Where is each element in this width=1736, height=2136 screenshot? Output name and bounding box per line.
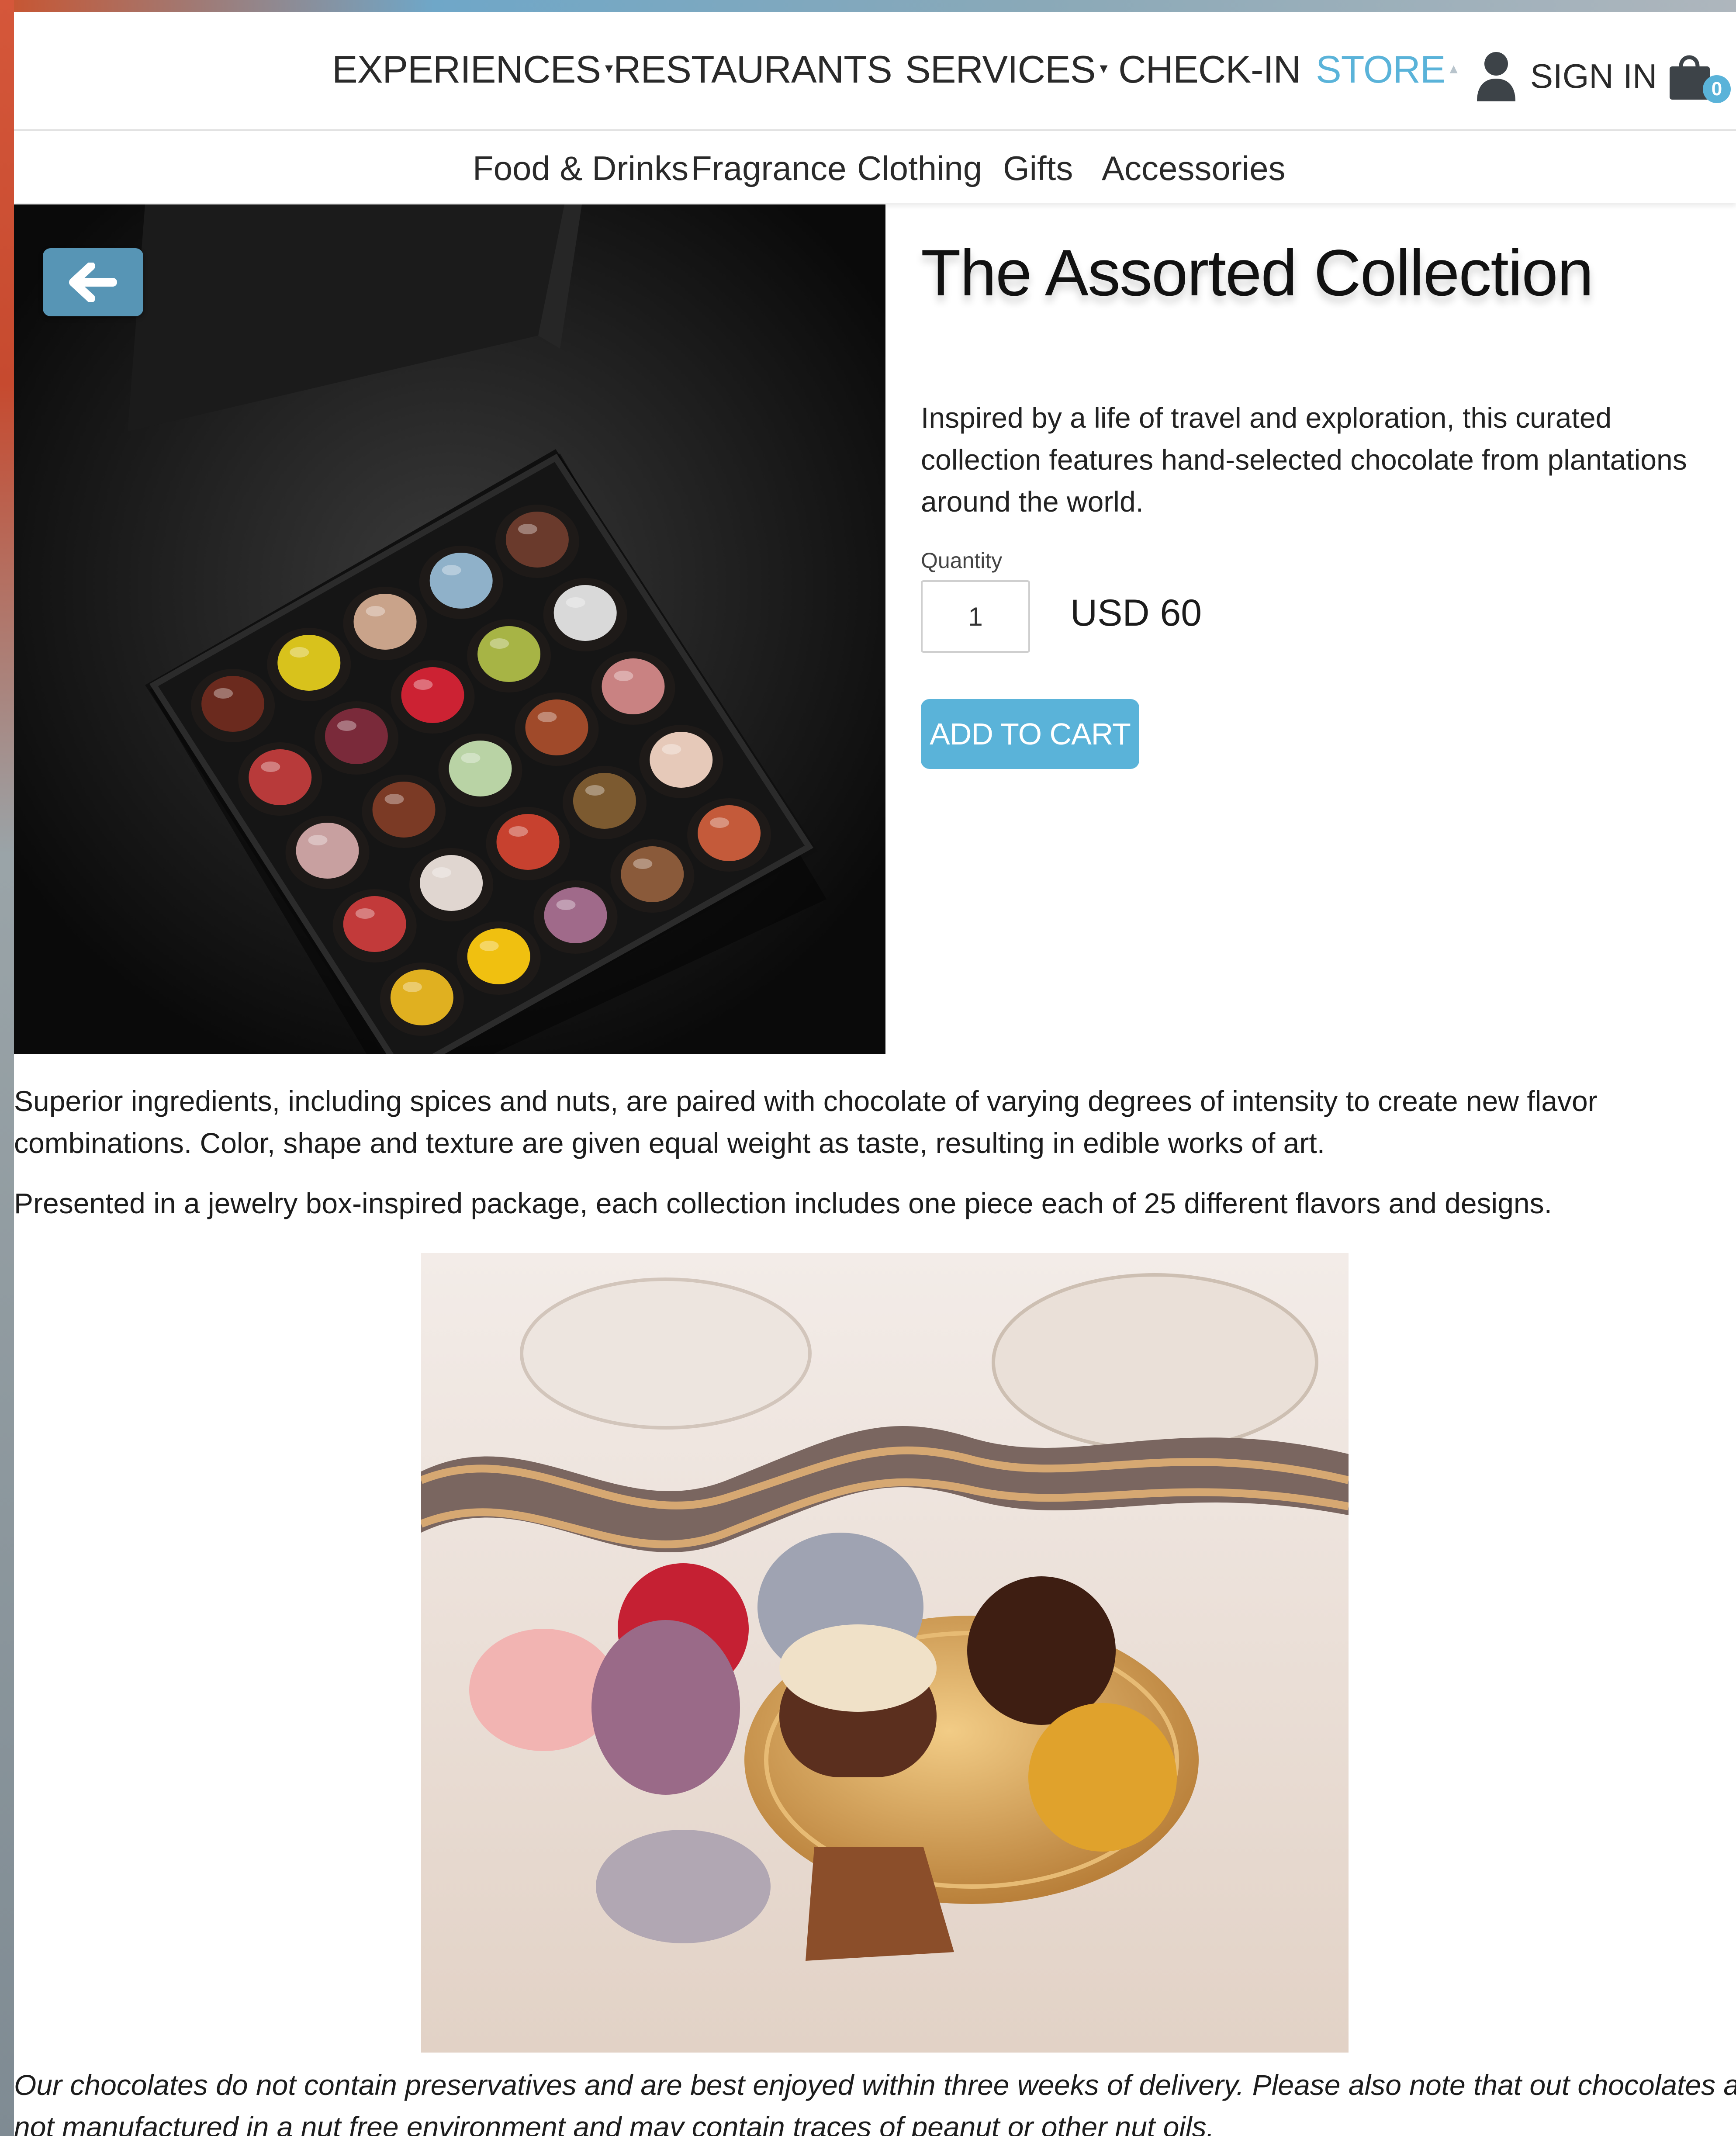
desktop-backdrop-top xyxy=(0,0,1736,13)
chocolate-piece xyxy=(201,676,265,732)
chocolates-ribbon-image xyxy=(421,1253,1349,2053)
chocolate-highlight xyxy=(442,565,461,575)
arrow-left-icon xyxy=(69,263,117,302)
category-clothing[interactable]: Clothing xyxy=(857,149,982,188)
chocolate-piece xyxy=(505,512,569,568)
chocolate-piece xyxy=(621,846,684,902)
nav-services-label: SERVICES xyxy=(905,48,1096,91)
chocolate-highlight xyxy=(214,688,233,699)
chocolate-highlight xyxy=(261,762,280,772)
chocolate-piece xyxy=(353,594,417,650)
category-fragrance[interactable]: Fragrance xyxy=(691,149,847,188)
chevron-up-icon: ▴ xyxy=(1449,59,1458,77)
chocolate-piece xyxy=(477,626,541,682)
desktop-backdrop-left xyxy=(0,0,14,2136)
chocolate-piece xyxy=(602,658,665,714)
nav-services[interactable]: SERVICES ▾ xyxy=(905,47,1108,92)
product-description: Inspired by a life of travel and explora… xyxy=(921,402,1687,518)
nav-check-in[interactable]: CHECK-IN xyxy=(1118,47,1301,92)
chocolate-highlight xyxy=(366,606,385,616)
chocolate-piece xyxy=(650,732,713,788)
chocolate-piece xyxy=(372,782,436,838)
quantity-label: Quantity xyxy=(921,548,1003,573)
add-to-cart-button[interactable]: ADD TO CART xyxy=(921,699,1139,769)
chocolate-highlight xyxy=(290,647,309,658)
user-icon xyxy=(1477,52,1515,101)
chocolate-piece xyxy=(544,887,607,943)
chevron-down-icon: ▾ xyxy=(605,59,613,77)
chocolate-highlight xyxy=(537,712,557,722)
chocolate-piece xyxy=(467,928,530,984)
nav-store[interactable]: STORE ▴ xyxy=(1316,47,1458,92)
category-gifts[interactable]: Gifts xyxy=(1003,149,1073,188)
category-food-drinks[interactable]: Food & Drinks xyxy=(473,149,688,188)
chocolate-highlight xyxy=(633,859,653,869)
chocolate-box-illustration xyxy=(14,204,885,1054)
nav-check-in-label: CHECK-IN xyxy=(1118,48,1301,91)
chocolate-piece xyxy=(249,749,312,805)
back-button[interactable] xyxy=(43,248,143,316)
nav-experiences-label: EXPERIENCES xyxy=(332,48,601,91)
chocolate-piece xyxy=(325,708,388,764)
product-packaging-paragraph: Presented in a jewelry box-inspired pack… xyxy=(14,1187,1552,1219)
chocolate-piece xyxy=(296,823,359,879)
chocolate-highlight xyxy=(402,982,422,992)
chocolate-piece xyxy=(343,896,406,952)
product-image xyxy=(14,204,885,1054)
nav-store-label: STORE xyxy=(1316,48,1446,91)
chocolate-highlight xyxy=(308,835,328,845)
cart-count-badge: 0 xyxy=(1703,75,1731,103)
chocolate-piece xyxy=(573,773,636,829)
product-price: USD 60 xyxy=(1070,592,1202,634)
chocolate-piece xyxy=(420,855,483,911)
chocolate-highlight xyxy=(508,826,528,837)
chocolate-highlight xyxy=(518,524,537,534)
chocolate-highlight xyxy=(662,744,681,755)
category-accessories[interactable]: Accessories xyxy=(1102,149,1285,188)
nav-restaurants-label: RESTAURANTS xyxy=(613,48,892,91)
chocolate-highlight xyxy=(384,794,404,804)
chocolate-highlight xyxy=(710,817,730,828)
product-title: The Assorted Collection xyxy=(921,236,1594,309)
product-detail-paragraph: Superior ingredients, including spices a… xyxy=(14,1085,1598,1159)
chocolate-highlight xyxy=(585,785,605,796)
chocolate-highlight xyxy=(413,679,433,690)
store-page: EXPERIENCES ▾ RESTAURANTS SERVICES ▾ CHECK… xyxy=(14,12,1736,2136)
chocolate-highlight xyxy=(432,867,452,878)
sign-in-link[interactable]: SIGN IN xyxy=(1475,50,1657,102)
chocolate-piece xyxy=(698,805,761,861)
chocolates-plate-illustration xyxy=(421,1253,1349,2053)
nav-restaurants[interactable]: RESTAURANTS xyxy=(613,47,892,92)
chocolate-highlight xyxy=(614,671,633,681)
cart-button[interactable]: 0 xyxy=(1665,49,1731,106)
chocolate-highlight xyxy=(566,597,585,608)
chocolate-highlight xyxy=(556,900,576,910)
quantity-input[interactable] xyxy=(921,580,1030,653)
category-navigation: Food & Drinks Fragrance Clothing Gifts A… xyxy=(14,131,1736,203)
chocolate-highlight xyxy=(337,720,356,731)
chocolate-piece xyxy=(277,635,341,691)
chocolate-highlight xyxy=(461,753,481,763)
chocolate-piece xyxy=(390,969,453,1025)
top-navigation: EXPERIENCES ▾ RESTAURANTS SERVICES ▾ CHECK… xyxy=(14,12,1736,131)
chocolate-piece xyxy=(401,667,464,723)
sign-in-label: SIGN IN xyxy=(1530,56,1657,95)
chocolate-piece xyxy=(449,741,512,796)
chocolate-highlight xyxy=(490,638,509,649)
chocolate-highlight xyxy=(355,908,375,919)
chocolate-piece xyxy=(553,585,617,641)
chocolate-piece xyxy=(496,814,560,870)
chocolate-piece xyxy=(429,553,493,609)
chevron-down-icon: ▾ xyxy=(1100,59,1107,77)
nav-experiences[interactable]: EXPERIENCES ▾ xyxy=(332,47,613,92)
chocolate-piece xyxy=(525,699,588,755)
chocolate-highlight xyxy=(479,941,499,951)
allergen-note: Our chocolates do not contain preservati… xyxy=(14,2069,1736,2136)
